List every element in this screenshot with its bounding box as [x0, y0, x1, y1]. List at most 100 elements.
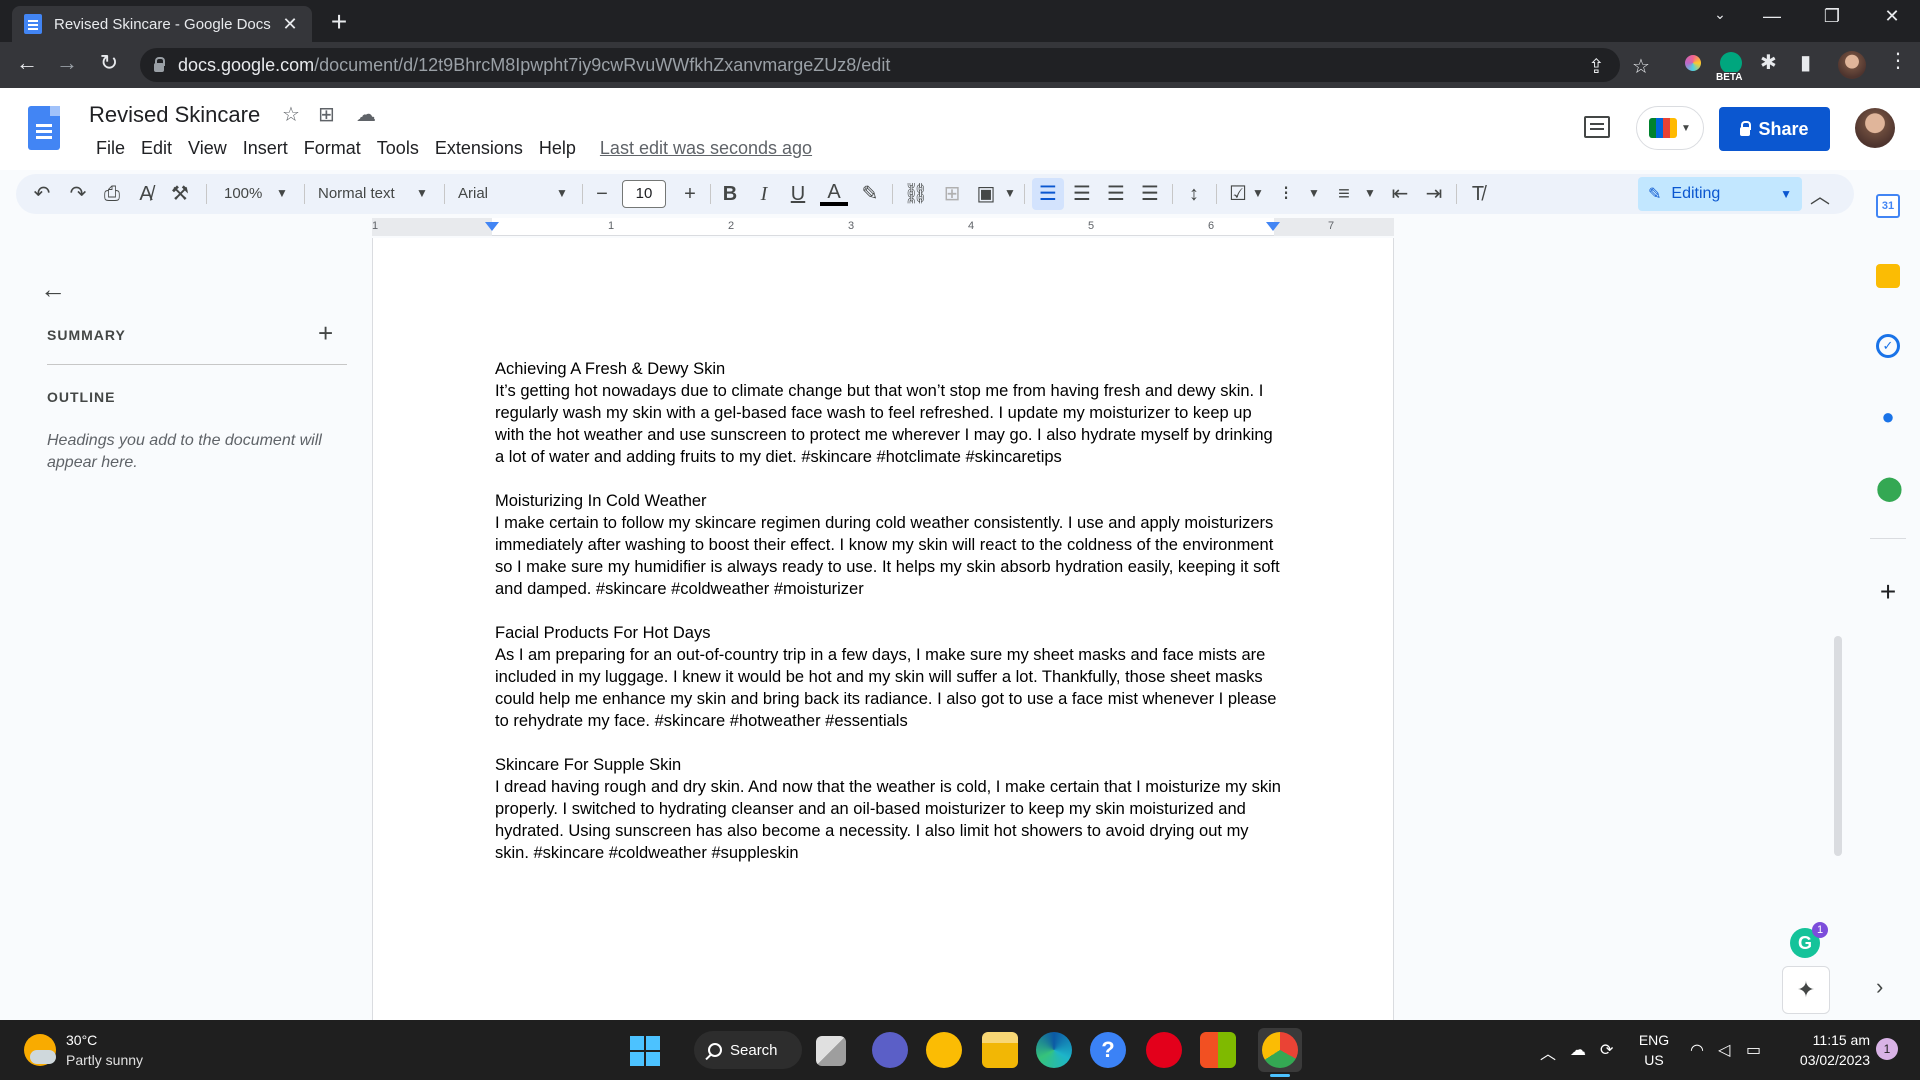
extension-colorful-icon[interactable]	[1682, 52, 1704, 74]
chrome-menu-icon[interactable]: ⋮	[1888, 48, 1908, 73]
tab-close-icon[interactable]: ✕	[280, 14, 300, 35]
cloud-saved-icon[interactable]: ☁	[356, 102, 376, 127]
show-side-panel-chevron-icon[interactable]: ›	[1876, 974, 1883, 1000]
vpn-shield-icon[interactable]	[926, 1032, 962, 1068]
align-left-icon[interactable]: ☰	[1034, 180, 1062, 208]
add-summary-icon[interactable]: +	[318, 318, 333, 349]
menu-help[interactable]: Help	[531, 138, 584, 159]
file-explorer-icon[interactable]	[982, 1032, 1018, 1068]
weather-partly-sunny-icon[interactable]	[24, 1034, 56, 1066]
extensions-puzzle-icon[interactable]: ✱	[1760, 50, 1777, 75]
menu-view[interactable]: View	[180, 138, 235, 159]
redo-icon[interactable]: ↷	[64, 180, 92, 208]
right-indent-marker[interactable]	[1266, 222, 1280, 231]
zoom-select[interactable]: 100%	[224, 185, 262, 202]
extension-beta-icon[interactable]	[1720, 52, 1742, 74]
undo-icon[interactable]: ↶	[28, 180, 56, 208]
explore-sparkle-button[interactable]: ✦	[1782, 966, 1830, 1014]
bold-icon[interactable]: B	[716, 180, 744, 208]
calendar-icon[interactable]: 31	[1876, 194, 1900, 218]
weather-temperature[interactable]: 30°C	[66, 1032, 97, 1048]
keep-icon[interactable]	[1876, 264, 1900, 288]
microsoft-store-icon[interactable]	[1200, 1032, 1236, 1068]
share-button[interactable]: Share	[1719, 107, 1830, 151]
print-icon[interactable]: ⎙	[98, 180, 126, 208]
contacts-icon[interactable]: ●	[1876, 404, 1900, 429]
weather-description[interactable]: Partly sunny	[66, 1052, 143, 1068]
line-spacing-icon[interactable]: ↕	[1180, 180, 1208, 208]
clear-formatting-icon[interactable]: T̸	[1464, 180, 1492, 208]
new-tab-button[interactable]: +	[324, 6, 354, 38]
decrease-indent-icon[interactable]: ⇤	[1386, 180, 1414, 208]
minimize-icon[interactable]: —	[1752, 6, 1792, 27]
docs-logo-icon[interactable]	[28, 106, 60, 150]
close-outline-arrow-icon[interactable]: ←	[40, 274, 66, 305]
bulleted-list-icon[interactable]: ⁝	[1272, 180, 1300, 208]
account-avatar[interactable]	[1855, 108, 1895, 148]
get-help-icon[interactable]: ?	[1090, 1032, 1126, 1068]
document-page[interactable]: Achieving A Fresh & Dewy Skin It’s getti…	[372, 238, 1394, 1020]
menu-format[interactable]: Format	[296, 138, 369, 159]
side-panel-icon[interactable]: ▮	[1800, 50, 1811, 75]
justify-icon[interactable]: ☰	[1136, 180, 1164, 208]
menu-insert[interactable]: Insert	[235, 138, 296, 159]
highlight-color-icon[interactable]: ✎	[856, 180, 884, 208]
clock-time[interactable]: 11:15 am	[1780, 1032, 1870, 1048]
move-folder-icon[interactable]: ⊞	[318, 102, 335, 127]
star-icon[interactable]: ☆	[282, 102, 300, 127]
document-title[interactable]: Revised Skincare	[89, 102, 260, 128]
italic-icon[interactable]: I	[750, 180, 778, 208]
language-indicator-top[interactable]: ENG	[1636, 1032, 1672, 1048]
browser-tab-active[interactable]: Revised Skincare - Google Docs ✕	[12, 6, 312, 42]
image-caret-icon[interactable]: ▼	[1004, 186, 1016, 200]
increase-font-size-icon[interactable]: +	[676, 180, 704, 208]
underline-icon[interactable]: U	[784, 180, 812, 208]
insert-image-icon[interactable]: ▣	[972, 180, 1000, 208]
meet-button[interactable]: ▼	[1636, 106, 1704, 150]
reload-icon[interactable]: ↻	[94, 50, 124, 76]
document-scrollbar[interactable]	[1834, 636, 1842, 856]
teams-chat-icon[interactable]	[872, 1032, 908, 1068]
text-color-icon[interactable]: A	[820, 180, 848, 206]
notification-count-badge[interactable]: 1	[1876, 1038, 1898, 1060]
get-addons-plus-icon[interactable]: +	[1876, 578, 1900, 606]
chrome-profile-avatar[interactable]	[1838, 51, 1866, 79]
numbered-list-icon[interactable]: ≡	[1330, 180, 1358, 208]
menu-extensions[interactable]: Extensions	[427, 138, 531, 159]
font-select[interactable]: Arial	[458, 185, 488, 202]
share-page-icon[interactable]: ⇪	[1588, 54, 1605, 79]
tab-search-icon[interactable]: ⌄	[1700, 6, 1740, 23]
battery-icon[interactable]: ▭	[1746, 1040, 1761, 1060]
taskbar-search-button[interactable]: Search	[694, 1031, 802, 1069]
align-center-icon[interactable]: ☰	[1068, 180, 1096, 208]
menu-tools[interactable]: Tools	[369, 138, 427, 159]
hide-menus-chevron-icon[interactable]: ︿	[1810, 180, 1830, 209]
onedrive-cloud-icon[interactable]: ☁	[1570, 1040, 1586, 1060]
restore-icon[interactable]: ❐	[1812, 6, 1852, 27]
style-caret-icon[interactable]: ▼	[416, 186, 428, 200]
wifi-icon[interactable]: ◠	[1690, 1040, 1704, 1060]
horizontal-ruler[interactable]: 1 1 2 3 4 5 6 7	[372, 218, 1394, 236]
increase-indent-icon[interactable]: ⇥	[1420, 180, 1448, 208]
back-icon[interactable]: ←	[12, 50, 42, 76]
paragraph-style-select[interactable]: Normal text	[318, 185, 395, 202]
edge-browser-icon[interactable]	[1036, 1032, 1072, 1068]
forward-icon[interactable]: →	[52, 50, 82, 76]
language-indicator-bottom[interactable]: US	[1636, 1052, 1672, 1068]
close-window-icon[interactable]: ✕	[1872, 6, 1912, 27]
insert-link-icon[interactable]: ⛓	[902, 180, 930, 208]
comment-history-icon[interactable]	[1584, 116, 1610, 138]
last-edit-link[interactable]: Last edit was seconds ago	[600, 138, 812, 159]
clock-date[interactable]: 03/02/2023	[1780, 1052, 1870, 1068]
decrease-font-size-icon[interactable]: −	[588, 180, 616, 208]
show-hidden-icons-chevron-icon[interactable]: ︿	[1540, 1040, 1556, 1064]
menu-edit[interactable]: Edit	[133, 138, 180, 159]
document-body[interactable]: Achieving A Fresh & Dewy Skin It’s getti…	[495, 358, 1283, 886]
checklist-icon[interactable]: ☑	[1224, 180, 1252, 208]
numbered-caret-icon[interactable]: ▼	[1364, 186, 1376, 200]
windows-start-icon[interactable]	[630, 1036, 660, 1066]
align-right-icon[interactable]: ☰	[1102, 180, 1130, 208]
bookmark-star-icon[interactable]: ☆	[1632, 54, 1650, 79]
left-indent-marker[interactable]	[485, 222, 499, 231]
maps-pin-icon[interactable]: ⬤	[1876, 474, 1903, 502]
